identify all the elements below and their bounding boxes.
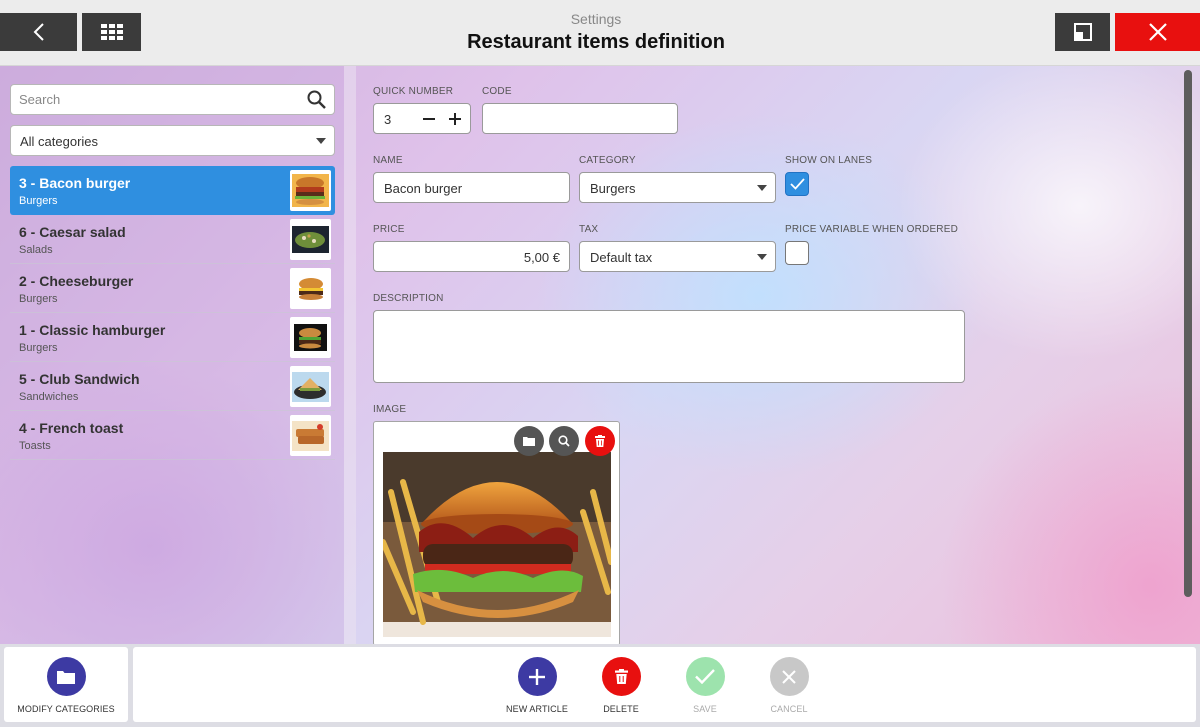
list-item[interactable]: 1 - Classic hamburger Burgers [10, 313, 335, 362]
item-category: Toasts [19, 440, 51, 452]
item-name: 1 - Classic hamburger [19, 322, 166, 338]
price-variable-checkbox[interactable] [785, 241, 809, 265]
item-category: Sandwiches [19, 391, 79, 403]
zoom-icon [558, 435, 570, 447]
category-filter-value: All categories [20, 134, 99, 149]
minus-icon[interactable] [423, 113, 435, 125]
item-thumbnail [290, 366, 331, 407]
x-icon [782, 669, 796, 684]
form-scrollbar[interactable] [1184, 70, 1192, 597]
delete-image-button[interactable] [585, 426, 615, 456]
modify-categories-button[interactable]: MODIFY CATEGORIES [16, 657, 116, 714]
price-value: 5,00 € [523, 250, 560, 265]
description-field[interactable] [373, 310, 965, 383]
browse-image-button[interactable] [514, 426, 544, 456]
panel-divider [344, 66, 356, 644]
page-subtitle: Settings [570, 11, 622, 27]
show-on-lanes-label: SHOW ON LANES [785, 155, 873, 166]
folder-icon [523, 437, 535, 446]
image-box [373, 421, 620, 646]
cancel-circle [769, 657, 809, 696]
category-value: Burgers [590, 181, 636, 196]
zoom-image-button[interactable] [549, 426, 579, 456]
list-item[interactable]: 6 - Caesar salad Salads [10, 215, 335, 264]
item-category: Burgers [19, 342, 58, 354]
toast-image [292, 420, 329, 451]
category-select[interactable]: Burgers [579, 172, 776, 203]
restore-window-icon [1073, 23, 1092, 41]
delete-circle [601, 657, 641, 696]
category-actions-panel: MODIFY CATEGORIES [4, 647, 128, 722]
item-category: Burgers [19, 195, 58, 207]
code-label: CODE [482, 86, 512, 97]
modify-categories-label: MODIFY CATEGORIES [17, 704, 115, 714]
price-field[interactable]: 5,00 € [373, 241, 570, 272]
price-label: PRICE [373, 224, 405, 235]
salad-image [292, 226, 329, 253]
hamburger-image [294, 324, 327, 351]
trash-icon [595, 435, 605, 447]
item-name: 3 - Bacon burger [19, 175, 131, 191]
sandwich-image [292, 371, 329, 402]
close-icon [1148, 23, 1167, 41]
quick-number-value: 3 [384, 112, 392, 127]
chevron-down-icon [757, 254, 767, 260]
folder-icon [57, 670, 75, 684]
quick-number-stepper[interactable]: 3 [373, 103, 471, 134]
category-filter-select[interactable]: All categories [10, 125, 335, 156]
check-icon [695, 669, 715, 684]
plus-icon [529, 668, 545, 685]
item-thumbnail [290, 219, 331, 260]
list-item[interactable]: 4 - French toast Toasts [10, 411, 335, 460]
item-name: 5 - Club Sandwich [19, 371, 140, 387]
search-input[interactable] [11, 85, 291, 114]
item-category: Salads [19, 244, 53, 256]
item-name: 2 - Cheeseburger [19, 273, 134, 289]
new-article-circle [517, 657, 557, 696]
name-label: NAME [373, 155, 403, 166]
image-label: IMAGE [373, 404, 407, 415]
search-icon[interactable] [307, 90, 326, 109]
modify-categories-circle [46, 657, 86, 696]
items-list: 3 - Bacon burger Burgers 6 - Caesar sala… [10, 166, 335, 460]
item-category: Burgers [19, 293, 58, 305]
price-variable-label: PRICE VARIABLE WHEN ORDERED [785, 224, 959, 235]
burger-image [292, 174, 329, 207]
item-thumbnail [290, 268, 331, 309]
cancel-button[interactable]: CANCEL [739, 657, 839, 714]
show-on-lanes-checkbox[interactable] [785, 172, 809, 196]
item-name: 6 - Caesar salad [19, 224, 126, 240]
restore-window-button[interactable] [1055, 13, 1110, 51]
item-thumbnail [290, 317, 331, 358]
search-box[interactable] [10, 84, 335, 115]
description-label: DESCRIPTION [373, 293, 444, 304]
article-actions-panel: NEW ARTICLE DELETE SAVE CANCEL [133, 647, 1196, 722]
item-thumbnail [290, 415, 331, 456]
category-label: CATEGORY [579, 155, 636, 166]
code-field[interactable] [482, 103, 678, 134]
cheeseburger-image [298, 277, 323, 300]
plus-icon[interactable] [449, 113, 461, 125]
quick-number-label: QUICK NUMBER [373, 86, 454, 97]
page-title: Restaurant items definition [467, 31, 725, 53]
bacon-burger-image [383, 452, 611, 637]
item-name: 4 - French toast [19, 420, 124, 436]
tax-value: Default tax [590, 250, 653, 265]
list-item[interactable]: 2 - Cheeseburger Burgers [10, 264, 335, 313]
close-button[interactable] [1115, 13, 1200, 51]
list-item[interactable]: 3 - Bacon burger Burgers [10, 166, 335, 215]
chevron-down-icon [316, 138, 326, 144]
chevron-down-icon [757, 185, 767, 191]
name-value: Bacon burger [384, 181, 463, 196]
save-circle [685, 657, 725, 696]
list-item[interactable]: 5 - Club Sandwich Sandwiches [10, 362, 335, 411]
item-thumbnail [290, 170, 331, 211]
name-field[interactable]: Bacon burger [373, 172, 570, 203]
trash-icon [614, 669, 628, 684]
app-header: Settings Restaurant items definition [0, 0, 1200, 66]
tax-label: TAX [579, 224, 599, 235]
tax-select[interactable]: Default tax [579, 241, 776, 272]
cancel-label: CANCEL [770, 704, 808, 714]
check-icon [790, 178, 805, 190]
